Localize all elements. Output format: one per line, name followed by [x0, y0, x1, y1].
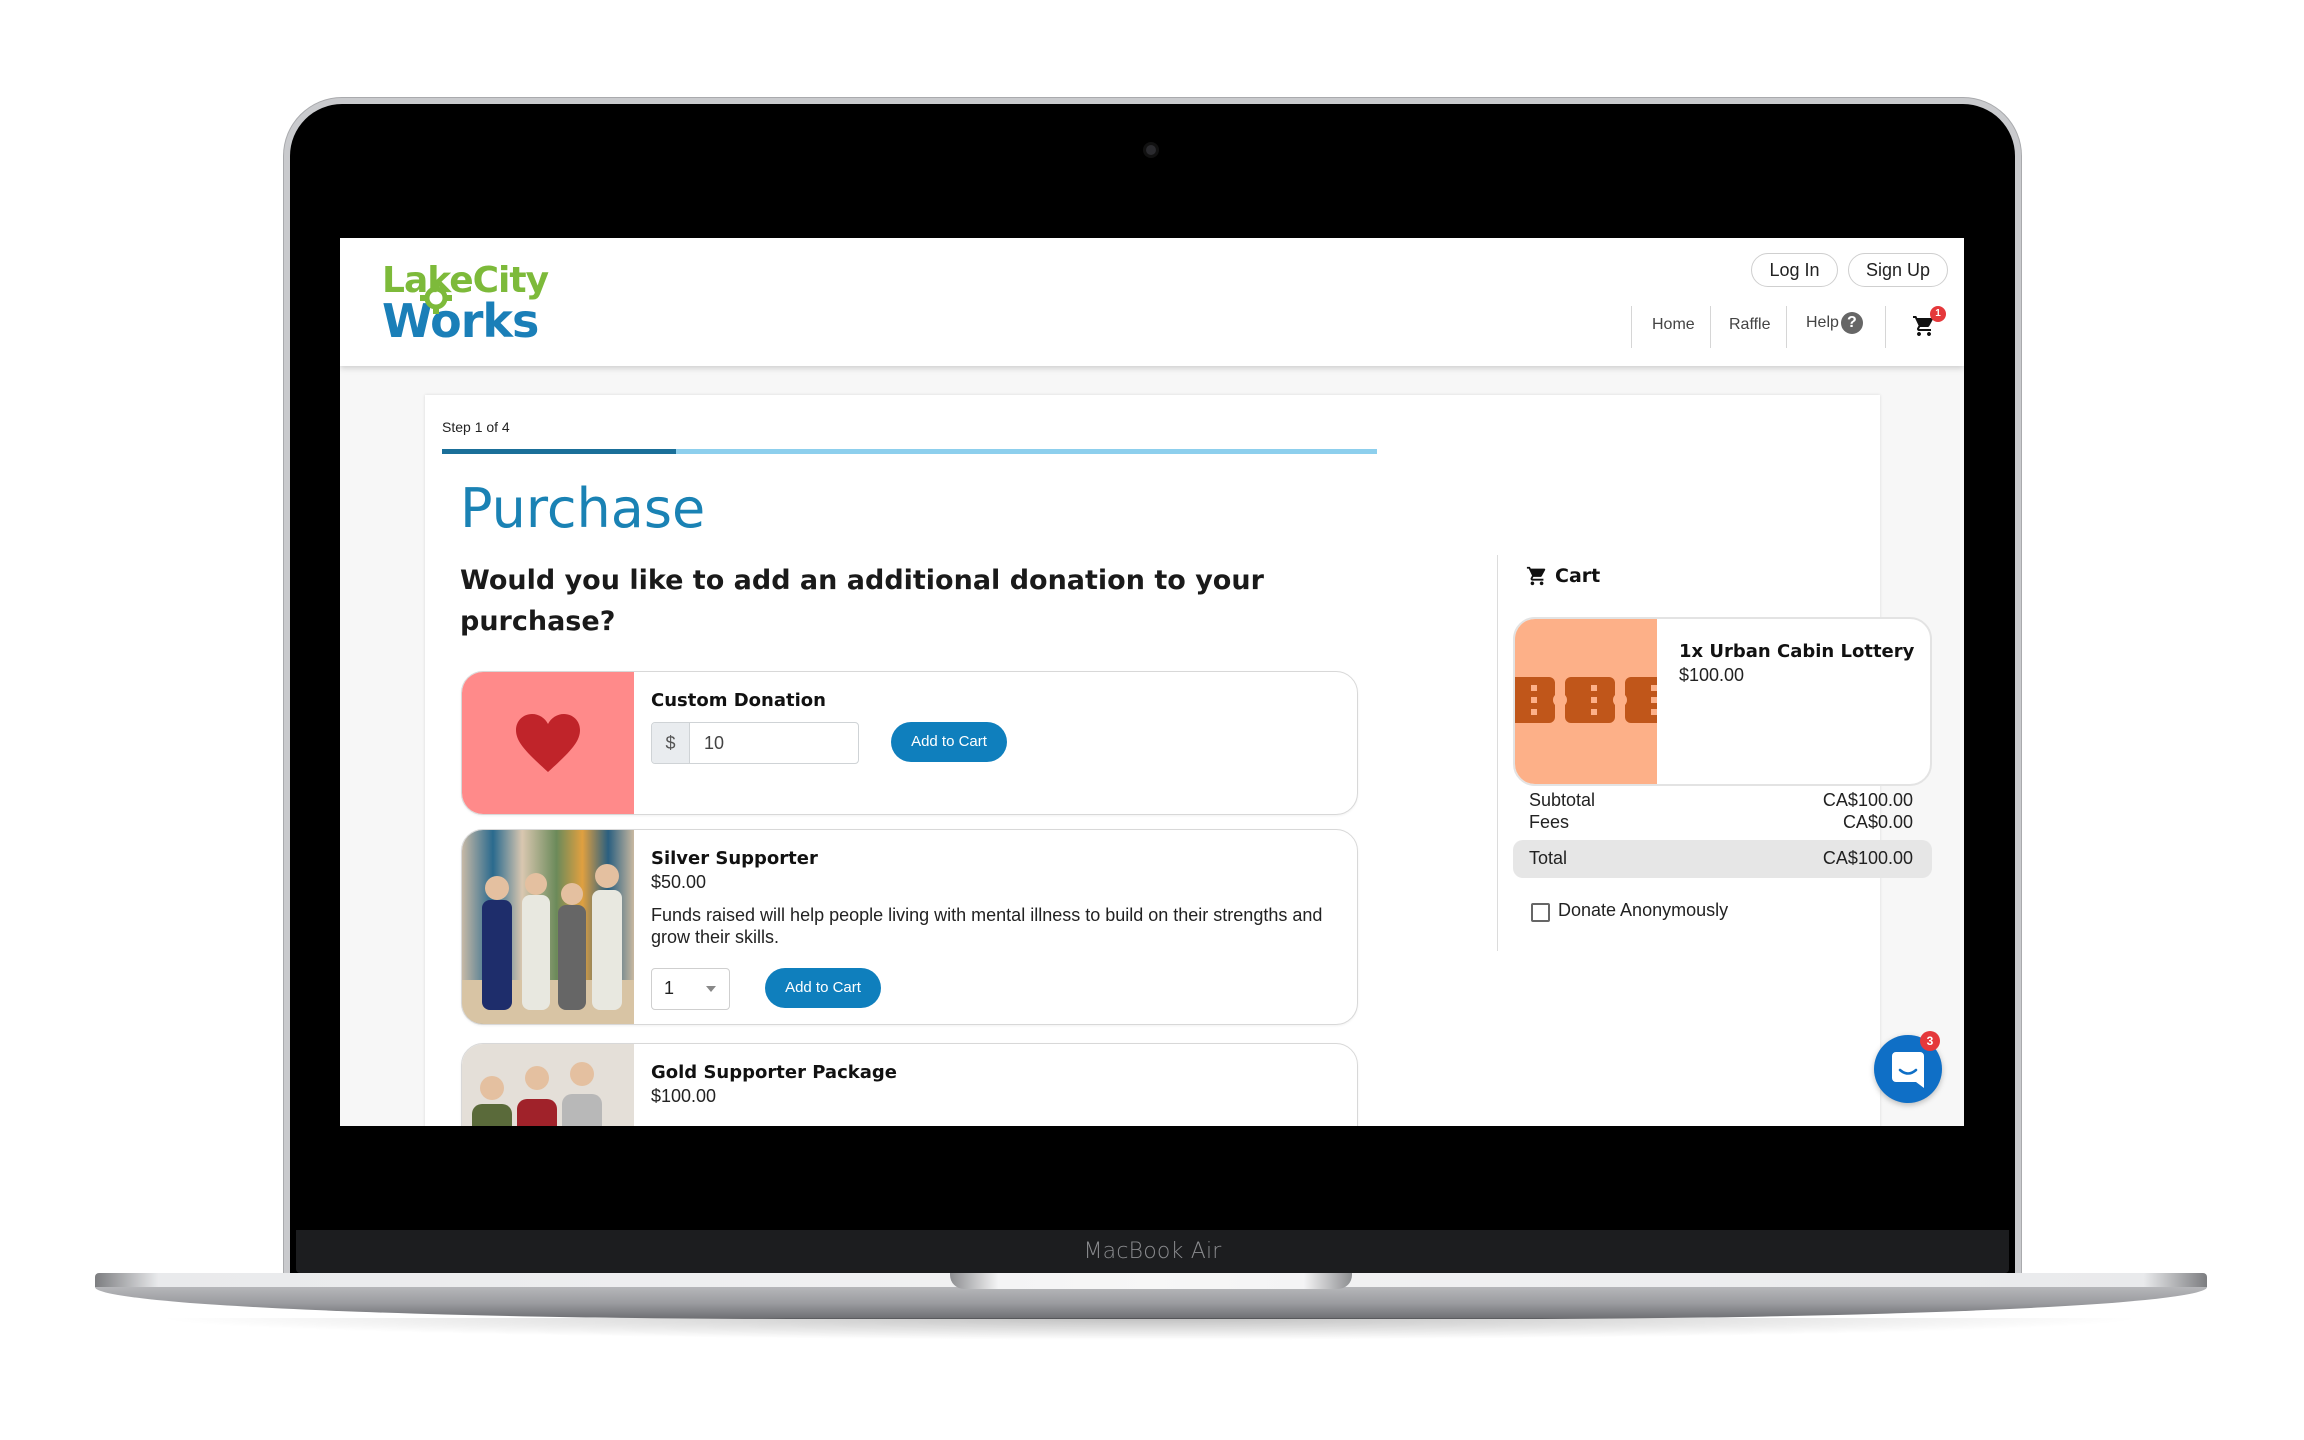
- heart-icon: [516, 714, 580, 772]
- donation-question: Would you like to add an additional dona…: [460, 565, 1264, 637]
- fees-label: Fees: [1529, 812, 1570, 832]
- nav-raffle[interactable]: Raffle: [1729, 316, 1771, 334]
- product-card-silver-supporter: Silver Supporter $50.00 Funds raised wil…: [461, 829, 1358, 1025]
- product-image: [462, 672, 634, 814]
- subtotal-row: Subtotal CA$100.00: [1529, 790, 1913, 811]
- product-price: $100.00: [651, 1086, 717, 1106]
- product-name: Gold Supporter Package: [651, 1062, 897, 1083]
- login-button[interactable]: Log In: [1751, 253, 1838, 287]
- donation-amount-input[interactable]: $ 10: [651, 722, 859, 764]
- product-name: Silver Supporter: [651, 848, 818, 869]
- total-row: Total CA$100.00: [1529, 848, 1913, 869]
- chevron-down-icon: [706, 986, 716, 992]
- nav-divider: [1631, 306, 1632, 348]
- product-image: [462, 830, 634, 1024]
- subtotal-label: Subtotal: [1529, 790, 1596, 810]
- chat-icon: [1892, 1052, 1924, 1088]
- cart-item-price: $100.00: [1679, 665, 1745, 685]
- laptop-shadow: [150, 1318, 2150, 1340]
- progress-bar-fill: [442, 449, 676, 454]
- ticket-icon: [1515, 677, 1657, 723]
- product-card-custom-donation: Custom Donation $ 10 Add to Cart: [461, 671, 1358, 815]
- cart-icon: [1526, 566, 1546, 586]
- cart-count-badge: 1: [1930, 306, 1946, 322]
- cart-item-image: [1515, 619, 1657, 784]
- cart-item: 1x Urban Cabin Lottery $100.00: [1513, 617, 1932, 786]
- browser-viewport: LakeCity Works Log In Sign Up Home Raffl…: [340, 238, 1964, 1126]
- product-name: Custom Donation: [651, 690, 826, 711]
- progress-bar: [442, 449, 1377, 454]
- laptop-notch: [950, 1273, 1352, 1289]
- product-card-gold-supporter: Gold Supporter Package $100.00: [461, 1043, 1358, 1126]
- laptop-base: [95, 1287, 2207, 1319]
- nav-help-label: Help: [1806, 314, 1839, 332]
- logo[interactable]: LakeCity Works: [382, 260, 549, 348]
- fees-row: Fees CA$0.00: [1529, 812, 1913, 833]
- total-value: CA$100.00: [1822, 848, 1913, 868]
- help-icon: ?: [1840, 312, 1863, 334]
- group-photo-icon: [462, 864, 634, 1024]
- product-price: $50.00: [651, 872, 707, 892]
- nav-divider: [1885, 306, 1886, 348]
- signup-button[interactable]: Sign Up: [1848, 253, 1948, 287]
- quantity-select[interactable]: 1: [651, 968, 730, 1010]
- cart-item-name: 1x Urban Cabin Lottery: [1679, 641, 1915, 662]
- nav-help[interactable]: Help?: [1806, 312, 1863, 334]
- nav-divider: [1710, 306, 1711, 348]
- logo-text-bottom: Works: [382, 294, 539, 348]
- fees-value: CA$0.00: [1842, 812, 1913, 832]
- site-header: LakeCity Works Log In Sign Up Home Raffl…: [340, 238, 1964, 366]
- page-title: Purchase: [460, 477, 706, 540]
- cart-divider: [1497, 555, 1498, 951]
- step-indicator: Step 1 of 4: [442, 419, 510, 435]
- total-label: Total: [1529, 848, 1568, 868]
- currency-prefix: $: [652, 723, 690, 763]
- product-image: [462, 1044, 634, 1126]
- donate-anonymously-label[interactable]: Donate Anonymously: [1558, 900, 1728, 921]
- product-description: Funds raised will help people living wit…: [651, 905, 1323, 947]
- purchase-card: Step 1 of 4 Purchase Would you like to a…: [425, 395, 1932, 1126]
- device-label: MacBook Air: [1083, 1239, 1222, 1264]
- subtotal-value: CA$100.00: [1822, 790, 1913, 810]
- gear-icon: [420, 282, 452, 314]
- quantity-value: 1: [664, 978, 675, 998]
- cart-title: Cart: [1555, 565, 1601, 587]
- group-photo-icon: [472, 1062, 602, 1126]
- add-to-cart-button[interactable]: Add to Cart: [765, 968, 881, 1008]
- nav-divider: [1786, 306, 1787, 348]
- donation-amount-value: 10: [704, 733, 725, 753]
- chat-unread-badge: 3: [1920, 1031, 1940, 1051]
- donate-anonymously-checkbox[interactable]: [1531, 903, 1550, 922]
- add-to-cart-button[interactable]: Add to Cart: [891, 722, 1007, 762]
- camera-icon: [1146, 145, 1156, 155]
- nav-home[interactable]: Home: [1652, 316, 1695, 334]
